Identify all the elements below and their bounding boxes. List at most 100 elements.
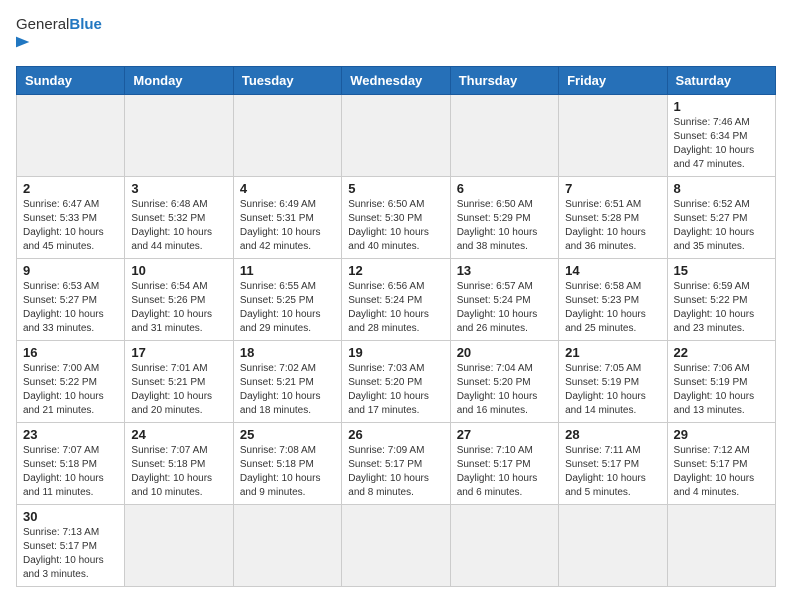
calendar-cell: 1 Sunrise: 7:46 AM Sunset: 6:34 PM Daylig… [667,95,775,177]
day-info: Sunrise: 7:07 AM Sunset: 5:18 PM Dayligh… [23,444,118,500]
day-number: 24 [131,427,226,442]
calendar-cell [233,505,341,587]
day-number: 15 [674,263,769,278]
day-info: Sunrise: 6:47 AM Sunset: 5:33 PM Dayligh… [23,198,118,254]
week-row-2: 9Sunrise: 6:53 AM Sunset: 5:27 PM Daylig… [17,259,776,341]
header: GeneralBlue [16,16,776,54]
day-info: Sunrise: 7:09 AM Sunset: 5:17 PM Dayligh… [348,444,443,500]
day-info: Sunrise: 6:48 AM Sunset: 5:32 PM Dayligh… [131,198,226,254]
day-info: Sunrise: 7:06 AM Sunset: 5:19 PM Dayligh… [674,362,769,418]
day-number: 19 [348,345,443,360]
day-info: Sunrise: 6:55 AM Sunset: 5:25 PM Dayligh… [240,280,335,336]
weekday-header-row: SundayMondayTuesdayWednesdayThursdayFrid… [17,67,776,95]
calendar-cell: 15 Sunrise: 6:59 AM Sunset: 5:22 PM Dayli… [667,259,775,341]
calendar-cell [17,95,125,177]
calendar-cell: 7Sunrise: 6:51 AM Sunset: 5:28 PM Daylig… [559,177,667,259]
day-number: 17 [131,345,226,360]
day-number: 27 [457,427,552,442]
day-info: Sunrise: 6:57 AM Sunset: 5:24 PM Dayligh… [457,280,552,336]
calendar-cell: 30 Sunrise: 7:13 AM Sunset: 5:17 PM Dayli… [17,505,125,587]
day-info: Sunrise: 7:08 AM Sunset: 5:18 PM Dayligh… [240,444,335,500]
day-number: 30 [23,509,118,524]
weekday-header-monday: Monday [125,67,233,95]
calendar-cell: 10Sunrise: 6:54 AM Sunset: 5:26 PM Dayli… [125,259,233,341]
calendar-cell: 19 Sunrise: 7:03 AM Sunset: 5:20 PM Dayli… [342,341,450,423]
calendar-cell [450,505,558,587]
calendar-cell: 3 Sunrise: 6:48 AM Sunset: 5:32 PM Daylig… [125,177,233,259]
weekday-header-friday: Friday [559,67,667,95]
day-number: 25 [240,427,335,442]
week-row-0: 1 Sunrise: 7:46 AM Sunset: 6:34 PM Daylig… [17,95,776,177]
day-info: Sunrise: 6:50 AM Sunset: 5:29 PM Dayligh… [457,198,552,254]
calendar-cell: 28Sunrise: 7:11 AM Sunset: 5:17 PM Dayli… [559,423,667,505]
day-number: 12 [348,263,443,278]
day-info: Sunrise: 7:00 AM Sunset: 5:22 PM Dayligh… [23,362,118,418]
calendar-cell: 13 Sunrise: 6:57 AM Sunset: 5:24 PM Dayli… [450,259,558,341]
calendar-cell [559,505,667,587]
weekday-header-wednesday: Wednesday [342,67,450,95]
day-number: 22 [674,345,769,360]
day-number: 8 [674,181,769,196]
calendar-cell: 14Sunrise: 6:58 AM Sunset: 5:23 PM Dayli… [559,259,667,341]
day-number: 23 [23,427,118,442]
calendar-cell: 9Sunrise: 6:53 AM Sunset: 5:27 PM Daylig… [17,259,125,341]
week-row-4: 23 Sunrise: 7:07 AM Sunset: 5:18 PM Dayli… [17,423,776,505]
day-info: Sunrise: 7:12 AM Sunset: 5:17 PM Dayligh… [674,444,769,500]
calendar-cell: 24 Sunrise: 7:07 AM Sunset: 5:18 PM Dayli… [125,423,233,505]
day-info: Sunrise: 7:46 AM Sunset: 6:34 PM Dayligh… [674,116,769,172]
day-number: 13 [457,263,552,278]
day-info: Sunrise: 6:51 AM Sunset: 5:28 PM Dayligh… [565,198,660,254]
week-row-5: 30 Sunrise: 7:13 AM Sunset: 5:17 PM Dayli… [17,505,776,587]
calendar-cell [342,505,450,587]
day-number: 1 [674,99,769,114]
calendar-cell [233,95,341,177]
calendar: SundayMondayTuesdayWednesdayThursdayFrid… [16,66,776,587]
calendar-cell: 4Sunrise: 6:49 AM Sunset: 5:31 PM Daylig… [233,177,341,259]
day-number: 6 [457,181,552,196]
week-row-3: 16 Sunrise: 7:00 AM Sunset: 5:22 PM Dayli… [17,341,776,423]
day-info: Sunrise: 6:50 AM Sunset: 5:30 PM Dayligh… [348,198,443,254]
calendar-cell: 8 Sunrise: 6:52 AM Sunset: 5:27 PM Daylig… [667,177,775,259]
calendar-cell [342,95,450,177]
calendar-cell: 20 Sunrise: 7:04 AM Sunset: 5:20 PM Dayli… [450,341,558,423]
day-info: Sunrise: 7:11 AM Sunset: 5:17 PM Dayligh… [565,444,660,500]
day-number: 26 [348,427,443,442]
calendar-cell: 27Sunrise: 7:10 AM Sunset: 5:17 PM Dayli… [450,423,558,505]
calendar-cell: 12Sunrise: 6:56 AM Sunset: 5:24 PM Dayli… [342,259,450,341]
calendar-cell: 29 Sunrise: 7:12 AM Sunset: 5:17 PM Dayli… [667,423,775,505]
day-info: Sunrise: 7:01 AM Sunset: 5:21 PM Dayligh… [131,362,226,418]
day-info: Sunrise: 7:13 AM Sunset: 5:17 PM Dayligh… [23,526,118,582]
calendar-cell [450,95,558,177]
day-number: 18 [240,345,335,360]
calendar-cell: 18 Sunrise: 7:02 AM Sunset: 5:21 PM Dayli… [233,341,341,423]
calendar-cell: 21Sunrise: 7:05 AM Sunset: 5:19 PM Dayli… [559,341,667,423]
day-number: 29 [674,427,769,442]
calendar-cell [125,95,233,177]
day-info: Sunrise: 6:59 AM Sunset: 5:22 PM Dayligh… [674,280,769,336]
day-number: 16 [23,345,118,360]
day-number: 3 [131,181,226,196]
calendar-cell: 6 Sunrise: 6:50 AM Sunset: 5:29 PM Daylig… [450,177,558,259]
day-info: Sunrise: 7:04 AM Sunset: 5:20 PM Dayligh… [457,362,552,418]
logo: GeneralBlue [16,16,102,54]
calendar-cell: 16 Sunrise: 7:00 AM Sunset: 5:22 PM Dayli… [17,341,125,423]
day-info: Sunrise: 7:03 AM Sunset: 5:20 PM Dayligh… [348,362,443,418]
day-info: Sunrise: 6:52 AM Sunset: 5:27 PM Dayligh… [674,198,769,254]
weekday-header-sunday: Sunday [17,67,125,95]
calendar-cell [125,505,233,587]
day-number: 9 [23,263,118,278]
day-info: Sunrise: 7:02 AM Sunset: 5:21 PM Dayligh… [240,362,335,418]
day-info: Sunrise: 6:54 AM Sunset: 5:26 PM Dayligh… [131,280,226,336]
day-number: 5 [348,181,443,196]
day-number: 21 [565,345,660,360]
day-number: 14 [565,263,660,278]
calendar-cell: 2Sunrise: 6:47 AM Sunset: 5:33 PM Daylig… [17,177,125,259]
calendar-cell: 25 Sunrise: 7:08 AM Sunset: 5:18 PM Dayli… [233,423,341,505]
logo-text: GeneralBlue [16,16,102,54]
week-row-1: 2Sunrise: 6:47 AM Sunset: 5:33 PM Daylig… [17,177,776,259]
day-info: Sunrise: 7:07 AM Sunset: 5:18 PM Dayligh… [131,444,226,500]
calendar-cell: 11Sunrise: 6:55 AM Sunset: 5:25 PM Dayli… [233,259,341,341]
day-number: 20 [457,345,552,360]
calendar-cell: 5 Sunrise: 6:50 AM Sunset: 5:30 PM Daylig… [342,177,450,259]
weekday-header-thursday: Thursday [450,67,558,95]
